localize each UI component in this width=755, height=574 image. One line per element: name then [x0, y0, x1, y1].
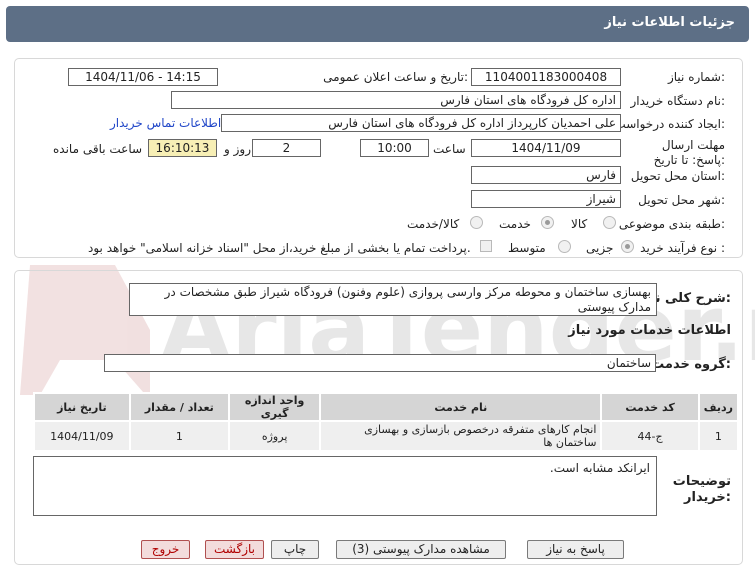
creator-label: ایجاد کننده درخواست:: [614, 117, 725, 131]
contact-buyer-link[interactable]: اطلاعات تماس خریدار: [110, 116, 221, 130]
process-minor-radio[interactable]: [621, 240, 634, 253]
col-qty: تعداد / مقدار: [128, 392, 230, 422]
cell-qty: 1: [128, 420, 230, 452]
days-label: روز و: [224, 142, 251, 156]
city-field: شیراز: [471, 190, 621, 208]
process-medium-radio[interactable]: [558, 240, 571, 253]
services-section-title: اطلاعات خدمات مورد نیاز: [568, 323, 731, 338]
remaining-time-field: 16:10:13: [148, 139, 217, 157]
buyer-field: اداره کل فرودگاه های استان فارس: [171, 91, 621, 109]
service-group-label: گروه خدمت:: [651, 357, 731, 372]
category-goods-service-label: کالا/خدمت: [407, 217, 460, 231]
category-service-radio[interactable]: [541, 216, 554, 229]
buyer-label: نام دستگاه خریدار:: [630, 94, 726, 108]
process-minor-label: جزیی: [586, 241, 614, 255]
remaining-label: ساعت باقی مانده: [53, 142, 143, 156]
category-goods-label: کالا: [571, 217, 588, 231]
deadline-label: مهلت ارسال پاسخ: تا تاریخ:: [653, 138, 725, 167]
col-unit: واحد اندازه گیری: [227, 392, 322, 422]
print-button[interactable]: چاپ: [271, 540, 319, 559]
province-field: فارس: [471, 166, 621, 184]
description-field: بهسازی ساختمان و محوطه مرکز وارسی پروازی…: [129, 283, 657, 316]
process-label: نوع فرآیند خرید :: [640, 241, 725, 255]
page-title: جزئیات اطلاعات نیاز: [604, 15, 735, 30]
city-label: شهر محل تحویل:: [638, 193, 725, 207]
cell-need-date: 1404/11/09: [33, 420, 131, 452]
deadline-time-label: ساعت: [433, 142, 466, 156]
deadline-time-field: 10:00: [360, 139, 429, 157]
need-number-field: 1104001183000408: [471, 68, 621, 86]
col-need-date: تاریخ نیاز: [33, 392, 131, 422]
col-service-name: نام خدمت: [319, 392, 603, 422]
cell-unit: پروژه: [227, 420, 322, 452]
exit-button[interactable]: خروج: [141, 540, 190, 559]
treasury-payment-checkbox[interactable]: [480, 240, 492, 252]
buyer-notes-label: توضیحات خریدار:: [672, 474, 731, 505]
deadline-date-field: 1404/11/09: [471, 139, 621, 157]
table-row: 1404/11/09 1 پروژه انجام کارهای متفرقه د…: [33, 420, 740, 452]
need-number-label: شماره نیاز:: [667, 70, 725, 84]
category-service-label: خدمت: [499, 217, 531, 231]
category-goods-service-radio[interactable]: [470, 216, 483, 229]
category-goods-radio[interactable]: [603, 216, 616, 229]
creator-field: علی احمدیان کارپرداز اداره کل فرودگاه ها…: [221, 114, 621, 132]
cell-index: 1: [697, 420, 740, 452]
service-group-field: ساختمان: [104, 354, 656, 372]
announce-label: تاریخ و ساعت اعلان عمومی:: [323, 70, 468, 84]
reply-button[interactable]: پاسخ به نیاز: [527, 540, 624, 559]
buyer-notes-field: ایرانکد مشابه است.: [33, 456, 657, 516]
services-table-header: تاریخ نیاز تعداد / مقدار واحد اندازه گیر…: [33, 392, 740, 422]
category-label: طبقه بندی موضوعی:: [618, 217, 725, 231]
view-attachments-button[interactable]: مشاهده مدارک پیوستی (3): [336, 540, 506, 559]
back-button[interactable]: بازگشت: [205, 540, 264, 559]
treasury-payment-note: پرداخت تمام یا بخشی از مبلغ خرید،از محل …: [88, 241, 471, 255]
province-label: استان محل تحویل:: [630, 169, 725, 183]
cell-service-name: انجام کارهای متفرقه درخصوص بازسازی و بهس…: [319, 420, 603, 452]
cell-service-code: ج-44: [600, 420, 700, 452]
page-header: جزئیات اطلاعات نیاز: [6, 6, 749, 42]
col-service-code: کد خدمت: [600, 392, 700, 422]
days-field: 2: [252, 139, 321, 157]
services-table: تاریخ نیاز تعداد / مقدار واحد اندازه گیر…: [33, 392, 740, 452]
col-index: ردیف: [697, 392, 740, 422]
process-medium-label: متوسط: [508, 241, 546, 255]
announce-field: 1404/11/06 - 14:15: [68, 68, 218, 86]
